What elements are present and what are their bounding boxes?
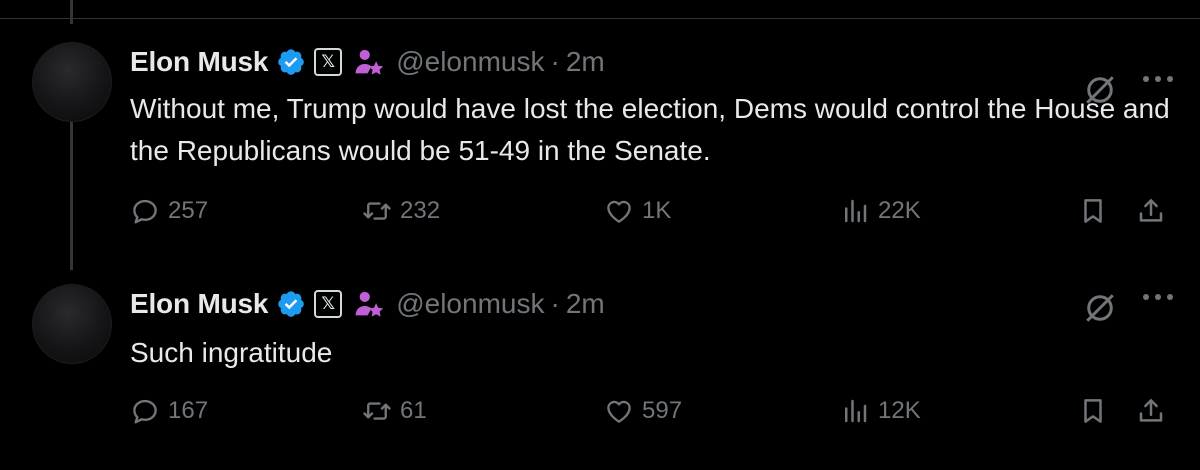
like-button[interactable]: 1K [604, 196, 671, 226]
views-count: 12K [878, 397, 921, 424]
bookmark-button[interactable] [1078, 396, 1108, 426]
repost-icon [363, 202, 391, 220]
like-icon [607, 400, 631, 423]
affiliate-icon[interactable] [352, 45, 386, 79]
timestamp[interactable]: 2m [566, 288, 605, 320]
bookmark-icon [1084, 399, 1102, 423]
avatar[interactable] [32, 284, 112, 364]
views-icon [845, 399, 867, 423]
tweet[interactable]: Elon Musk 𝕏 @elonmusk · 2m Such ingratit… [0, 268, 1200, 470]
like-count: 597 [642, 397, 683, 424]
share-icon [1139, 199, 1163, 222]
x-badge-icon[interactable]: 𝕏 [314, 290, 343, 318]
share-button[interactable] [1136, 196, 1166, 226]
bookmark-button[interactable] [1078, 196, 1108, 226]
reply-button[interactable]: 167 [130, 396, 208, 426]
reply-count: 257 [168, 197, 209, 224]
reply-button[interactable]: 257 [130, 196, 208, 226]
author-name[interactable]: Elon Musk [130, 46, 268, 78]
verified-badge-icon[interactable] [276, 289, 306, 319]
views-count: 22K [878, 197, 921, 224]
author-handle[interactable]: @elonmusk [396, 288, 544, 320]
share-button[interactable] [1136, 396, 1166, 426]
reply-count: 167 [168, 397, 209, 424]
bookmark-icon [1084, 199, 1102, 223]
more-icon[interactable] [1138, 285, 1178, 309]
author-name[interactable]: Elon Musk [130, 288, 268, 320]
repost-button[interactable]: 232 [362, 196, 440, 226]
views-button[interactable]: 12K [840, 396, 921, 426]
like-button[interactable]: 597 [604, 396, 682, 426]
tweet-text: Without me, Trump would have lost the el… [130, 93, 1170, 166]
reply-icon [133, 399, 157, 424]
tweet[interactable]: Elon Musk 𝕏 @elonmusk · 2m Without me, T… [0, 18, 1200, 268]
repost-count: 232 [400, 197, 441, 224]
grok-icon[interactable] [1082, 290, 1118, 326]
like-count: 1K [642, 197, 672, 224]
repost-icon [363, 402, 391, 420]
share-icon [1139, 399, 1163, 422]
author-handle[interactable]: @elonmusk [396, 46, 544, 78]
tweet-header: Elon Musk 𝕏 @elonmusk · 2m [130, 42, 605, 82]
repost-button[interactable]: 61 [362, 396, 427, 426]
tweet-actions: 257 232 1K 22K [0, 196, 1200, 236]
separator: · [550, 46, 560, 77]
affiliate-icon[interactable] [352, 287, 386, 321]
tweet-header: Elon Musk 𝕏 @elonmusk · 2m [130, 284, 605, 324]
views-icon [845, 199, 867, 223]
repost-count: 61 [400, 397, 427, 424]
reply-icon [133, 199, 157, 224]
verified-badge-icon[interactable] [276, 47, 306, 77]
avatar[interactable] [32, 42, 112, 122]
x-badge-icon[interactable]: 𝕏 [314, 48, 343, 76]
like-icon [607, 200, 631, 223]
separator: · [550, 288, 560, 319]
timestamp[interactable]: 2m [566, 46, 605, 78]
tweet-actions: 167 61 597 12K [0, 396, 1200, 436]
tweet-text: Such ingratitude [130, 337, 333, 368]
views-button[interactable]: 22K [840, 196, 921, 226]
